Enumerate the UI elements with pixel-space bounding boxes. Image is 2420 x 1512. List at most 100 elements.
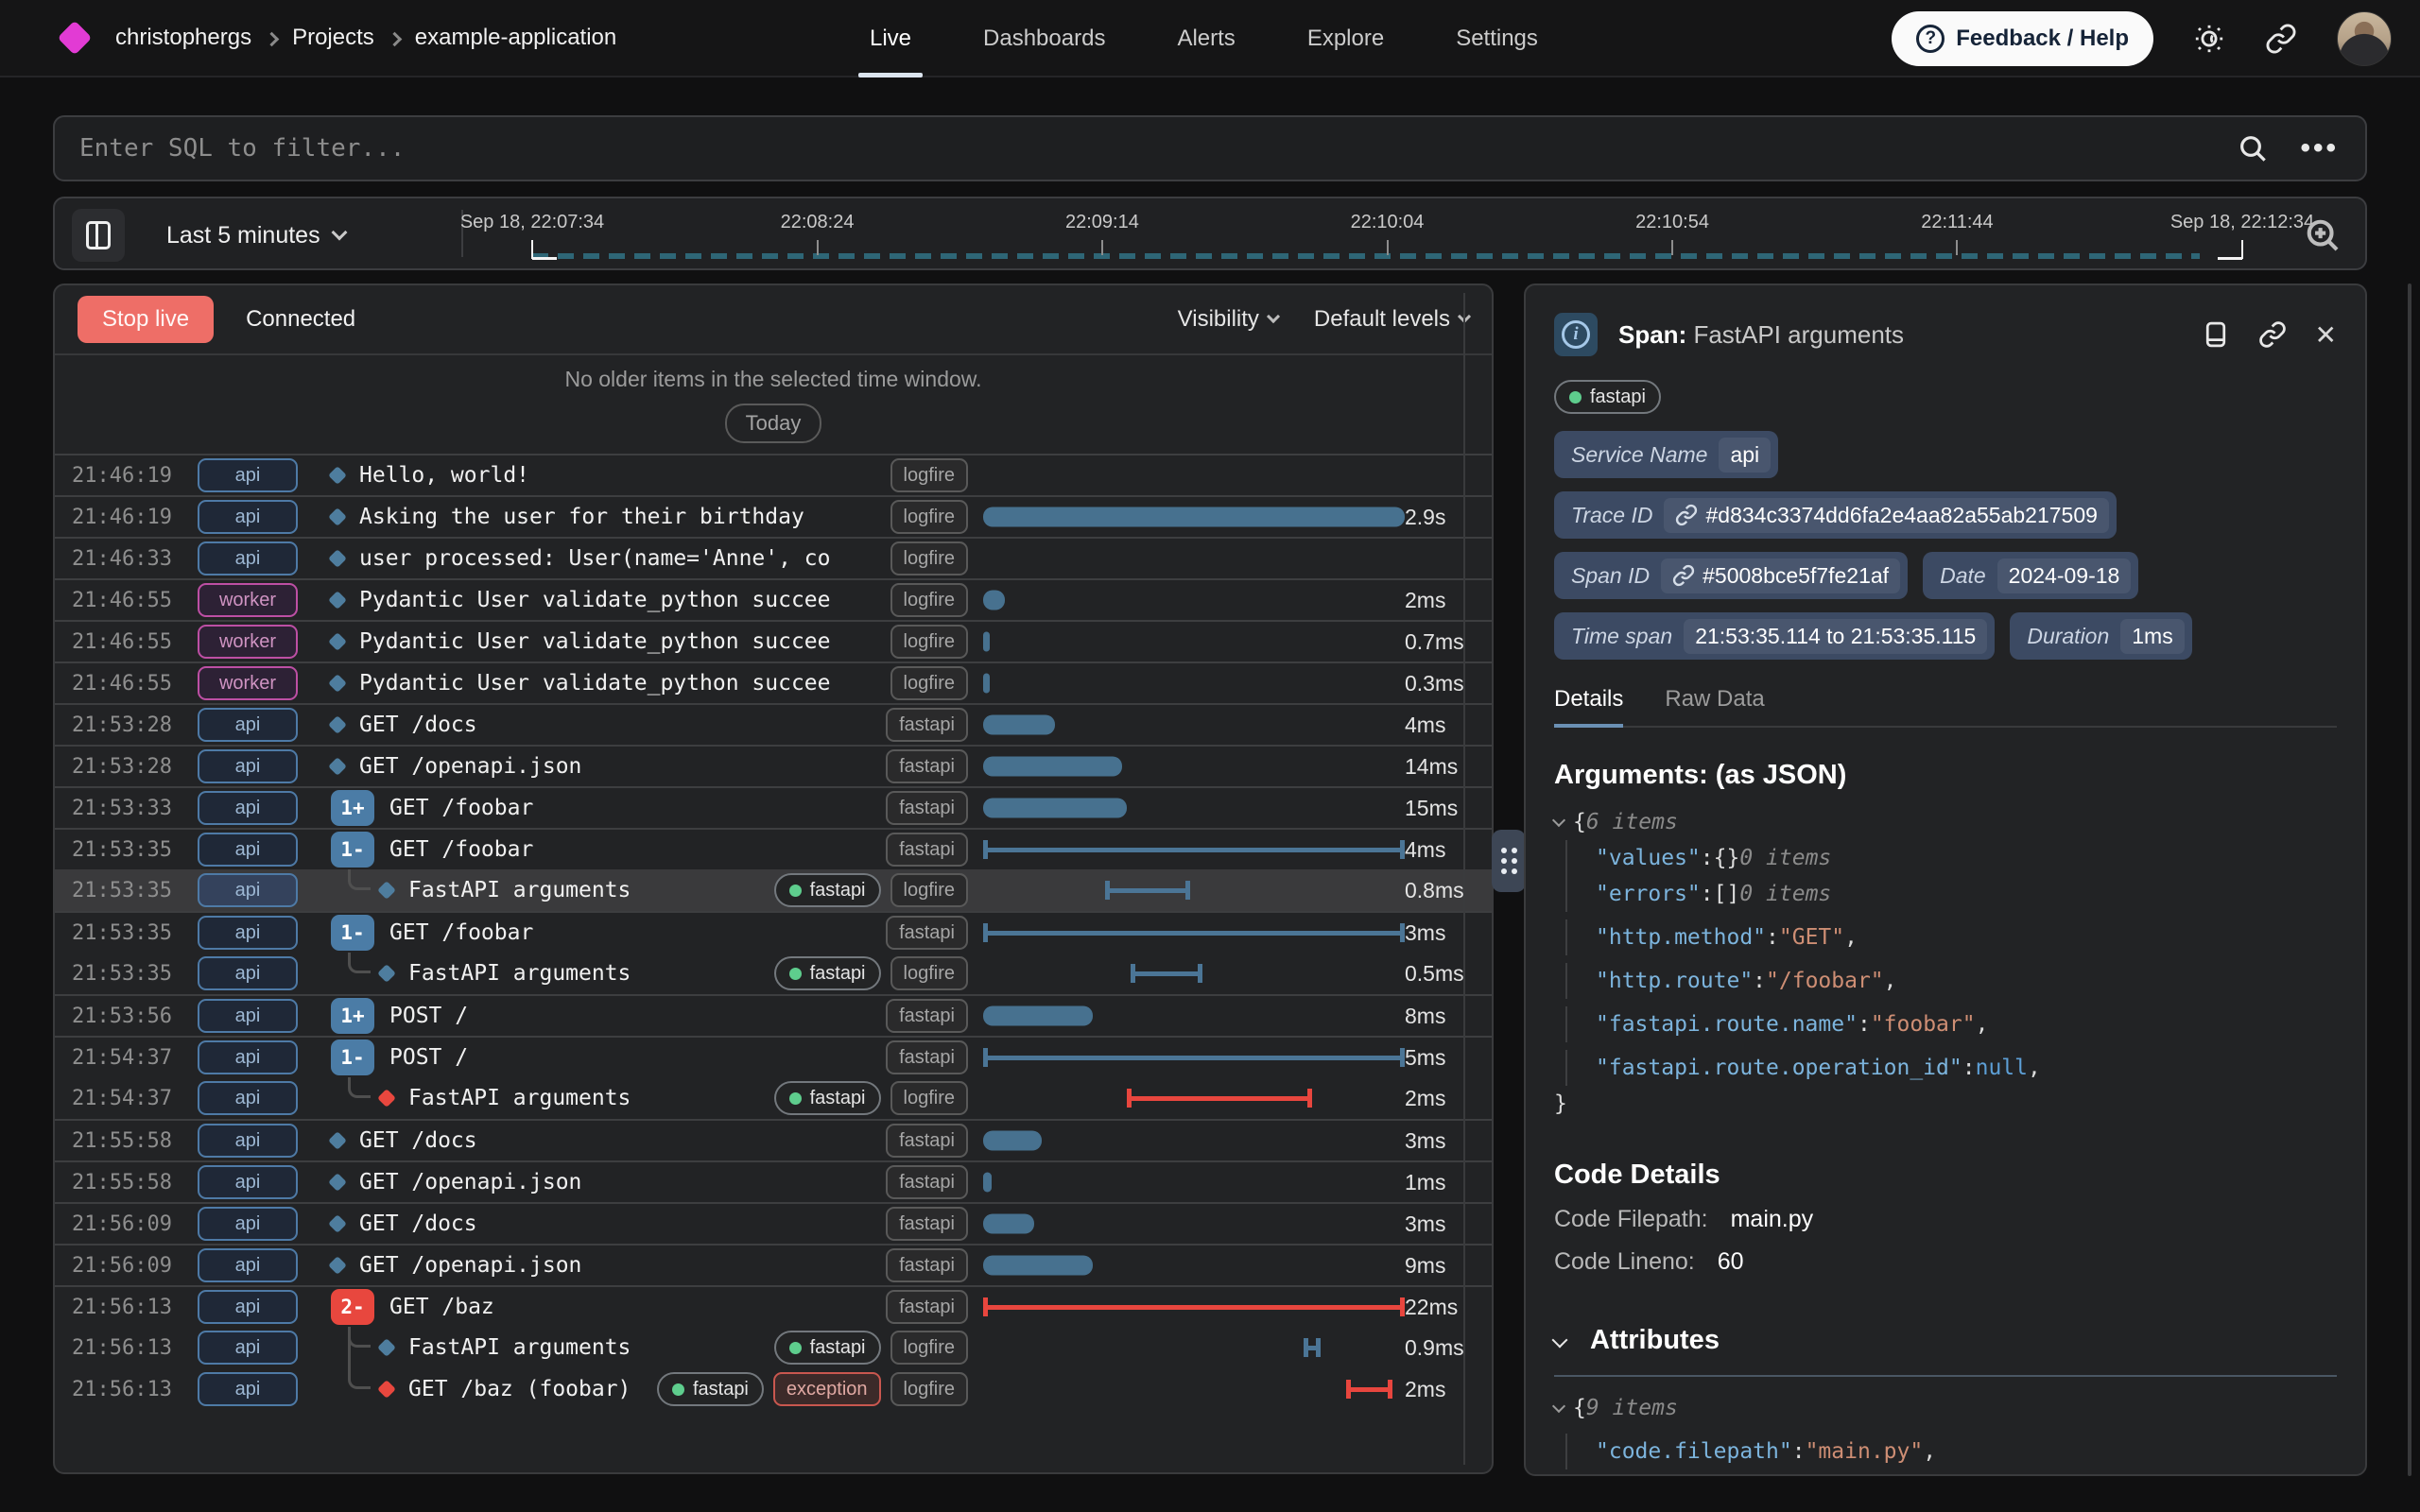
tag-badge-worker[interactable]: worker	[198, 625, 298, 659]
tag-badge-api[interactable]: api	[198, 458, 298, 492]
attr-pill-trace-id[interactable]: Trace ID#d834c3374dd6fa2e4aa82a55ab21750…	[1554, 491, 2117, 539]
dock-panel-icon[interactable]	[2202, 320, 2230, 349]
scope-tag-fastapi[interactable]: fastapi	[1554, 380, 1661, 414]
tag-badge-api[interactable]: api	[198, 1207, 298, 1241]
scope-badge-logfire[interactable]: logfire	[890, 1331, 968, 1365]
sidebar-toggle-button[interactable]	[72, 209, 125, 262]
tag-badge-api[interactable]: api	[198, 1331, 298, 1365]
share-link-icon[interactable]	[2265, 23, 2297, 55]
feedback-help-button[interactable]: ? Feedback / Help	[1892, 11, 2153, 66]
collapse-count-badge[interactable]: 1+	[331, 998, 374, 1034]
tab-details[interactable]: Details	[1554, 686, 1623, 726]
collapse-caret-icon[interactable]	[1552, 1400, 1565, 1413]
nav-tab-dashboards[interactable]: Dashboards	[983, 0, 1105, 77]
nav-tab-settings[interactable]: Settings	[1456, 0, 1538, 77]
trace-row[interactable]: 21:56:09apiGET /docsfastapi3ms	[55, 1202, 1492, 1244]
tag-badge-api[interactable]: api	[198, 1372, 298, 1406]
scope-pill-fastapi[interactable]: fastapi	[774, 956, 881, 990]
attr-pill-duration[interactable]: Duration1ms	[2010, 612, 2191, 660]
tag-badge-worker[interactable]: worker	[198, 583, 298, 617]
tag-badge-worker[interactable]: worker	[198, 666, 298, 700]
tag-badge-api[interactable]: api	[198, 1290, 298, 1324]
trace-row[interactable]: 21:46:55workerPydantic User validate_pyt…	[55, 620, 1492, 662]
trace-row[interactable]: 21:53:33api1+GET /foobarfastapi15ms	[55, 786, 1492, 828]
scope-badge-fastapi[interactable]: fastapi	[886, 708, 968, 742]
trace-row[interactable]: 21:56:13apiGET /baz (foobar)fastapiexcep…	[55, 1368, 1492, 1410]
scope-badge-logfire[interactable]: logfire	[890, 1081, 968, 1115]
trace-row[interactable]: 21:46:19apiAsking the user for their bir…	[55, 495, 1492, 537]
default-levels-dropdown[interactable]: Default levels	[1314, 306, 1469, 333]
tag-badge-api[interactable]: api	[198, 541, 298, 576]
trace-row[interactable]: 21:53:35apiFastAPI argumentsfastapilogfi…	[55, 869, 1492, 911]
tag-badge-api[interactable]: api	[198, 873, 298, 907]
scope-badge-fastapi[interactable]: fastapi	[886, 1207, 968, 1241]
scope-badge-logfire[interactable]: logfire	[890, 500, 968, 534]
scope-badge-logfire[interactable]: logfire	[890, 583, 968, 617]
trace-row[interactable]: 21:54:37api1-POST /fastapi5ms	[55, 1036, 1492, 1077]
scope-pill-fastapi[interactable]: fastapi	[774, 873, 881, 907]
tag-badge-api[interactable]: api	[198, 956, 298, 990]
tag-badge-api[interactable]: api	[198, 916, 298, 950]
zoom-in-button[interactable]	[2305, 217, 2341, 258]
scope-badge-fastapi[interactable]: fastapi	[886, 1290, 968, 1324]
trace-row[interactable]: 21:54:37apiFastAPI argumentsfastapilogfi…	[55, 1077, 1492, 1119]
nav-tab-explore[interactable]: Explore	[1307, 0, 1384, 77]
today-button[interactable]: Today	[725, 404, 822, 443]
scope-badge-logfire[interactable]: logfire	[890, 666, 968, 700]
visibility-dropdown[interactable]: Visibility	[1178, 306, 1278, 333]
trace-row[interactable]: 21:53:35api1-GET /foobarfastapi3ms	[55, 911, 1492, 953]
scope-badge-fastapi[interactable]: fastapi	[886, 1124, 968, 1158]
trace-row[interactable]: 21:53:35api1-GET /foobarfastapi4ms	[55, 828, 1492, 869]
search-icon[interactable]	[2238, 133, 2268, 163]
close-icon[interactable]: ✕	[2315, 319, 2337, 351]
tag-badge-api[interactable]: api	[198, 708, 298, 742]
page-scrollbar[interactable]	[2408, 284, 2411, 1476]
copy-link-icon[interactable]	[2258, 320, 2287, 349]
arguments-json-viewer[interactable]: { 6 items"values": {} 0 items"errors": […	[1554, 804, 2337, 1122]
panel-resize-handle[interactable]	[1492, 830, 1526, 892]
nav-tab-live[interactable]: Live	[870, 0, 911, 77]
breadcrumb-project-name[interactable]: example-application	[415, 25, 616, 51]
breadcrumb-org[interactable]: christophergs	[115, 25, 251, 51]
attributes-json-viewer[interactable]: { 9 items"code.filepath": "main.py","cod…	[1554, 1390, 2337, 1476]
tag-badge-api[interactable]: api	[198, 791, 298, 825]
collapse-count-badge[interactable]: 1-	[331, 915, 374, 951]
logfire-logo-icon[interactable]	[58, 21, 93, 56]
trace-row[interactable]: 21:55:58apiGET /openapi.jsonfastapi1ms	[55, 1160, 1492, 1202]
sql-filter-bar[interactable]: Enter SQL to filter... •••	[53, 115, 2367, 181]
trace-row[interactable]: 21:46:33apiuser processed: User(name='An…	[55, 537, 1492, 578]
timeline[interactable]: Sep 18, 22:07:3422:08:2422:09:1422:10:04…	[532, 198, 2242, 268]
collapse-count-badge[interactable]: 2-	[331, 1289, 374, 1325]
attr-pill-time-span[interactable]: Time span21:53:35.114 to 21:53:35.115	[1554, 612, 1995, 660]
scope-badge-fastapi[interactable]: fastapi	[886, 916, 968, 950]
scope-badge-fastapi[interactable]: fastapi	[886, 1040, 968, 1074]
tag-badge-api[interactable]: api	[198, 999, 298, 1033]
scope-badge-logfire[interactable]: logfire	[890, 1372, 968, 1406]
scope-badge-fastapi[interactable]: fastapi	[886, 791, 968, 825]
collapse-count-badge[interactable]: 1-	[331, 1040, 374, 1075]
scope-pill-fastapi[interactable]: fastapi	[774, 1081, 881, 1115]
collapse-count-badge[interactable]: 1-	[331, 832, 374, 868]
scope-badge-logfire[interactable]: logfire	[890, 625, 968, 659]
tag-badge-api[interactable]: api	[198, 1081, 298, 1115]
trace-row[interactable]: 21:46:19apiHello, world!logfire	[55, 454, 1492, 495]
scope-badge-fastapi[interactable]: fastapi	[886, 749, 968, 783]
tag-badge-api[interactable]: api	[198, 749, 298, 783]
tag-badge-api[interactable]: api	[198, 500, 298, 534]
scope-badge-fastapi[interactable]: fastapi	[886, 999, 968, 1033]
avatar[interactable]	[2337, 11, 2392, 66]
trace-row[interactable]: 21:56:13api2-GET /bazfastapi22ms	[55, 1285, 1492, 1327]
breadcrumb-projects[interactable]: Projects	[292, 25, 374, 51]
stop-live-button[interactable]: Stop live	[78, 296, 214, 343]
tag-badge-api[interactable]: api	[198, 1040, 298, 1074]
tab-raw-data[interactable]: Raw Data	[1665, 686, 1764, 726]
scope-badge-logfire[interactable]: logfire	[890, 956, 968, 990]
trace-row[interactable]: 21:46:55workerPydantic User validate_pyt…	[55, 578, 1492, 620]
attr-pill-span-id[interactable]: Span ID#5008bce5f7fe21af	[1554, 552, 1908, 599]
scope-badge-fastapi[interactable]: fastapi	[886, 833, 968, 867]
collapse-count-badge[interactable]: 1+	[331, 790, 374, 826]
trace-row[interactable]: 21:56:09apiGET /openapi.jsonfastapi9ms	[55, 1244, 1492, 1285]
scope-pill-fastapi[interactable]: fastapi	[774, 1331, 881, 1365]
scope-badge-fastapi[interactable]: fastapi	[886, 1248, 968, 1282]
trace-row[interactable]: 21:46:55workerPydantic User validate_pyt…	[55, 662, 1492, 703]
